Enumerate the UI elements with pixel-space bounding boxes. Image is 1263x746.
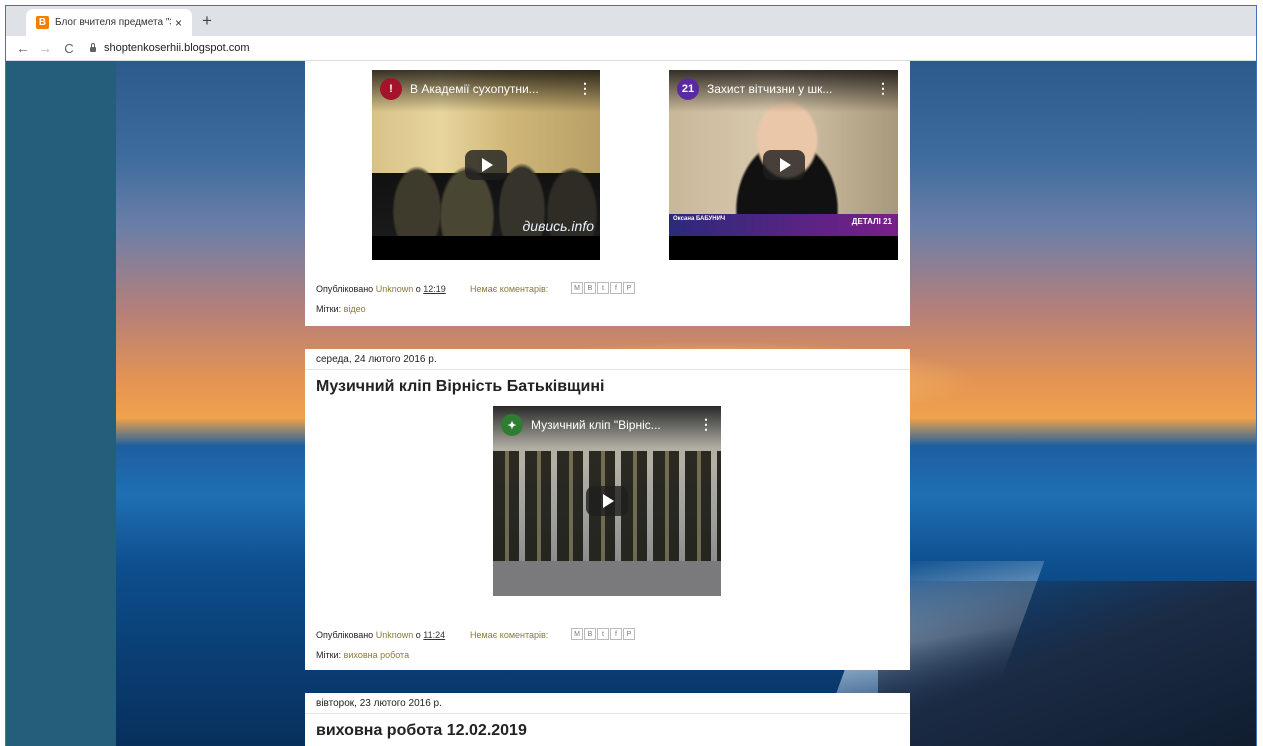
video-embed[interactable]: дивись.info ! В Академії сухопутни... ⋮ — [372, 70, 600, 260]
date-header: середа, 24 лютого 2016 р. — [305, 349, 910, 370]
back-arrow-icon[interactable]: ← — [14, 40, 32, 56]
post-labels: Мітки: відео — [316, 304, 366, 314]
address-bar[interactable]: shoptenkoserhii.blogspot.com — [104, 42, 250, 54]
browser-tab[interactable]: B Блог вчителя предмета "Захист × — [26, 9, 192, 36]
email-share-icon[interactable]: M — [571, 282, 583, 294]
channel-avatar-icon[interactable]: ! — [380, 78, 402, 100]
blogthis-share-icon[interactable]: B — [584, 628, 596, 640]
channel-avatar-icon[interactable]: 21 — [677, 78, 699, 100]
reload-icon[interactable]: C — [60, 41, 78, 56]
post-footer: Опубліковано Unknown о 12:19 Немає комен… — [316, 282, 635, 294]
page-viewport: дивись.info ! В Академії сухопутни... ⋮ … — [6, 61, 1256, 746]
date-header: вівторок, 23 лютого 2016 р. — [305, 693, 910, 714]
more-options-icon[interactable]: ⋮ — [699, 416, 713, 433]
label-link[interactable]: відео — [344, 304, 366, 314]
author-link[interactable]: Unknown — [376, 284, 414, 294]
post-labels: Мітки: виховна робота — [316, 650, 410, 660]
video-embed[interactable]: ✦ Музичний кліп "Вірніс... ⋮ — [493, 406, 721, 596]
forward-arrow-icon[interactable]: → — [36, 40, 54, 56]
comments-link[interactable]: Немає коментарів: — [470, 630, 548, 640]
video-lower-third: Оксана БАБУНИЧ ДЕТАЛІ 21 — [669, 214, 898, 236]
facebook-share-icon[interactable]: f — [610, 282, 622, 294]
pinterest-share-icon[interactable]: P — [623, 628, 635, 640]
post-time-link[interactable]: 11:24 — [423, 630, 445, 640]
pinterest-share-icon[interactable]: P — [623, 282, 635, 294]
email-share-icon[interactable]: M — [571, 628, 583, 640]
lower-third-name: Оксана БАБУНИЧ — [673, 216, 726, 222]
video-watermark: дивись.info — [522, 218, 594, 234]
new-tab-button[interactable]: + — [202, 12, 212, 30]
more-options-icon[interactable]: ⋮ — [876, 80, 890, 97]
share-buttons: M B t f P — [571, 628, 636, 640]
play-button-icon[interactable] — [586, 486, 628, 516]
comments-link[interactable]: Немає коментарів: — [470, 284, 548, 294]
video-title[interactable]: В Академії сухопутни... — [410, 82, 578, 96]
twitter-share-icon[interactable]: t — [597, 628, 609, 640]
post-footer: Опубліковано Unknown о 11:24 Немає комен… — [316, 628, 635, 640]
blog-post: середа, 24 лютого 2016 р. Музичний кліп … — [305, 349, 910, 670]
post-title[interactable]: Музичний кліп Вірність Батьківщині — [305, 370, 910, 396]
blogthis-share-icon[interactable]: B — [584, 282, 596, 294]
play-button-icon[interactable] — [762, 150, 805, 180]
share-buttons: M B t f P — [571, 282, 636, 294]
more-options-icon[interactable]: ⋮ — [578, 80, 592, 97]
video-title[interactable]: Захист вітчизни у шк... — [707, 82, 876, 96]
lock-icon[interactable] — [90, 42, 96, 52]
blog-post: вівторок, 23 лютого 2016 р. виховна робо… — [305, 693, 910, 746]
browser-toolbar: ← → C shoptenkoserhii.blogspot.com — [6, 36, 1256, 61]
blogger-favicon-icon: B — [36, 16, 49, 29]
post-title[interactable]: виховна робота 12.02.2019 — [305, 714, 910, 740]
label-link[interactable]: виховна робота — [344, 650, 409, 660]
video-title[interactable]: Музичний кліп "Вірніс... — [531, 418, 699, 432]
browser-window: B Блог вчителя предмета "Захист × + ← → … — [5, 5, 1257, 746]
tab-strip: B Блог вчителя предмета "Захист × + — [6, 6, 1256, 36]
channel-avatar-icon[interactable]: ✦ — [501, 414, 523, 436]
author-link[interactable]: Unknown — [376, 630, 414, 640]
play-button-icon[interactable] — [465, 150, 507, 180]
lower-third-brand: ДЕТАЛІ 21 — [851, 217, 892, 226]
facebook-share-icon[interactable]: f — [610, 628, 622, 640]
video-embed[interactable]: Оксана БАБУНИЧ ДЕТАЛІ 21 21 Захист вітчи… — [669, 70, 898, 260]
blog-post: дивись.info ! В Академії сухопутни... ⋮ … — [305, 61, 910, 326]
tab-title: Блог вчителя предмета "Захист — [55, 17, 171, 28]
post-time-link[interactable]: 12:19 — [423, 284, 446, 294]
twitter-share-icon[interactable]: t — [597, 282, 609, 294]
tab-close-icon[interactable]: × — [175, 16, 182, 30]
